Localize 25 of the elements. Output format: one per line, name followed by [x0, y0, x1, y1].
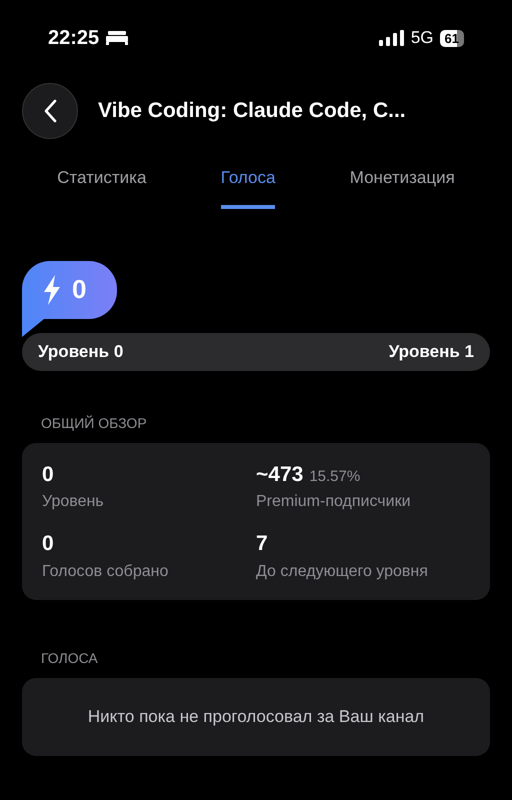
stat-label: Голосов собрано	[42, 562, 170, 582]
stat-value: ~473	[256, 462, 304, 488]
lightning-icon	[42, 274, 62, 304]
signal-icon	[378, 30, 405, 46]
battery-indicator: 61	[440, 30, 464, 46]
badge-tail-icon	[22, 318, 44, 336]
status-time: 22:25	[48, 26, 100, 51]
stat-value: 0	[42, 531, 54, 557]
back-icon	[43, 99, 57, 123]
tab[interactable]: Монетизация	[350, 165, 455, 208]
boost-count: 0	[72, 273, 86, 306]
channel-title: Vibe Coding: Claude Code, C...	[98, 98, 406, 124]
stat-value: 0	[42, 462, 54, 488]
stat-label: Уровень	[42, 492, 105, 512]
network-label: 5G	[410, 27, 434, 50]
stat-label: Premium-подписчики	[256, 492, 412, 512]
stat-label: До следующего уровня	[256, 562, 429, 582]
section-title: ГОЛОСА	[40, 648, 99, 668]
empty-message: Никто пока не проголосовал за Ваш канал	[88, 706, 424, 728]
tab[interactable]: Статистика	[57, 165, 146, 208]
tab[interactable]: Голоса	[220, 165, 276, 208]
bed-icon	[105, 31, 130, 45]
section-title: ОБЩИЙ ОБЗОР	[40, 414, 148, 433]
stat-percentage: 15.57%	[309, 466, 360, 486]
stat-value: 7	[256, 531, 268, 557]
